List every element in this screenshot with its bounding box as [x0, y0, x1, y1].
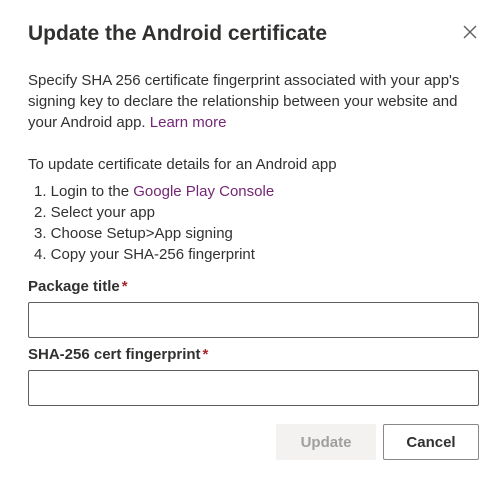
dialog-description: Specify SHA 256 certificate fingerprint …	[28, 70, 484, 133]
update-button[interactable]: Update	[276, 424, 376, 460]
package-title-label: Package title *	[28, 277, 128, 297]
dialog-title: Update the Android certificate	[28, 22, 328, 45]
required-marker: *	[121, 278, 128, 295]
package-title-label-text: Package title	[28, 278, 120, 295]
learn-more-link[interactable]: Learn more	[150, 114, 227, 131]
list-item: 3. Choose Setup>App signing	[34, 225, 233, 242]
fingerprint-label-text: SHA-256 cert fingerprint	[28, 346, 201, 363]
step-1-prefix: 1. Login to the	[34, 183, 134, 200]
package-title-input[interactable]	[28, 302, 479, 338]
close-icon	[463, 25, 477, 44]
close-button[interactable]	[458, 22, 482, 46]
list-item: 4. Copy your SHA-256 fingerprint	[34, 246, 255, 263]
steps-list: 1. Login to the Google Play Console 2. S…	[28, 181, 274, 265]
list-item: 1. Login to the Google Play Console	[28, 181, 274, 202]
fingerprint-label: SHA-256 cert fingerprint *	[28, 345, 208, 365]
update-certificate-dialog: Update the Android certificate Specify S…	[0, 0, 503, 482]
cancel-button[interactable]: Cancel	[383, 424, 479, 460]
description-text: Specify SHA 256 certificate fingerprint …	[28, 72, 460, 131]
list-item: 2. Select your app	[34, 204, 155, 221]
instructions-heading: To update certificate details for an And…	[28, 156, 337, 173]
required-marker: *	[202, 346, 209, 363]
fingerprint-input[interactable]	[28, 370, 479, 406]
google-play-console-link[interactable]: Google Play Console	[133, 183, 274, 200]
